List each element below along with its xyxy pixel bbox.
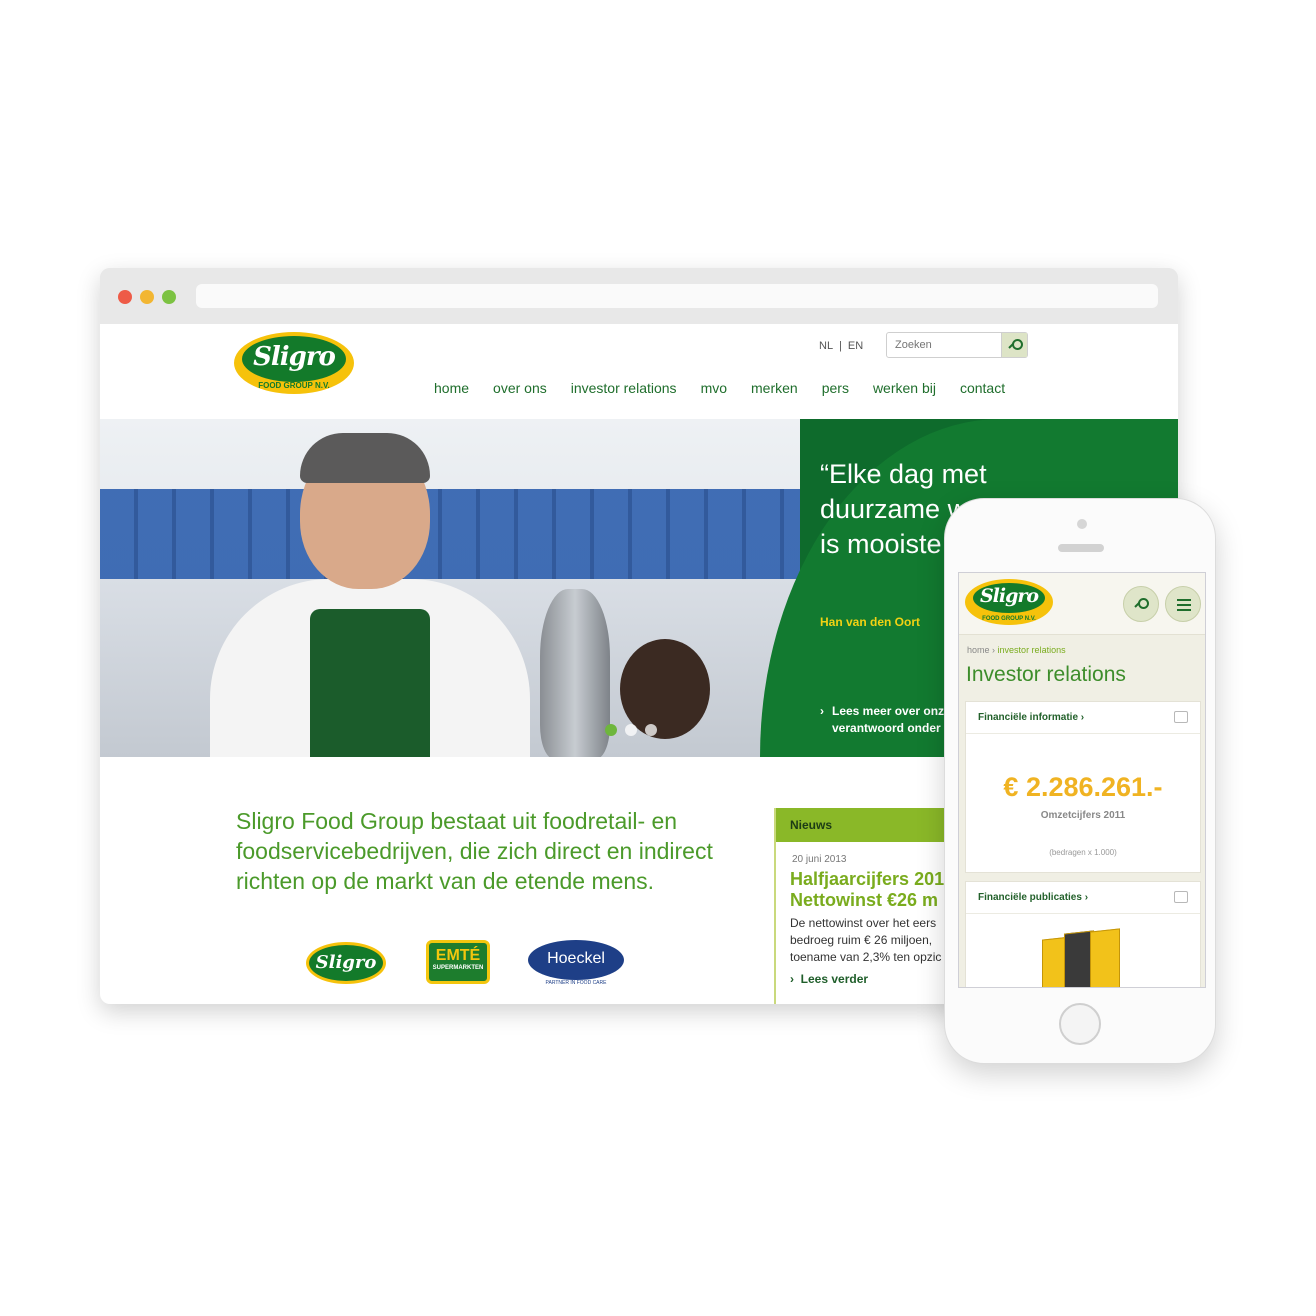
photo-fish: [540, 589, 610, 757]
phone-device: Sligro FOOD GROUP N.V. home › investor r…: [944, 498, 1216, 1064]
slide-dot-2[interactable]: [625, 724, 637, 736]
breadcrumb-current: investor relations: [997, 645, 1066, 655]
nav-werken-bij[interactable]: werken bij: [873, 380, 936, 402]
breadcrumb-home[interactable]: home: [967, 645, 990, 655]
logo-tagline: FOOD GROUP N.V.: [258, 381, 330, 390]
brand-emte-sub: SUPERMARKTEN: [432, 965, 484, 971]
search-input[interactable]: [887, 333, 1001, 357]
mockup-stage: Sligro FOOD GROUP N.V. NL|EN home over o…: [0, 0, 1316, 1316]
lang-en-link[interactable]: EN: [845, 340, 866, 352]
brand-sligro-logo[interactable]: Sligro: [306, 942, 386, 984]
financial-info-card: Financiële informatie › € 2.286.261.- Om…: [965, 701, 1201, 873]
search-icon: [1135, 598, 1149, 610]
financial-publications-card: Financiële publicaties ›: [965, 881, 1201, 987]
phone-camera: [1077, 519, 1087, 529]
search-button[interactable]: [1001, 333, 1027, 357]
logo-word: Sligro: [253, 342, 336, 372]
news-read-more-label: Lees verder: [800, 972, 869, 986]
lang-nl-link[interactable]: NL: [816, 340, 836, 352]
brand-emte-logo[interactable]: EMTÉ SUPERMARKTEN: [426, 940, 490, 984]
mobile-sligro-logo[interactable]: Sligro FOOD GROUP N.V.: [965, 579, 1053, 625]
publications-heading-link[interactable]: Financiële publicaties ›: [966, 882, 1200, 914]
close-window-icon[interactable]: [118, 290, 132, 304]
publications-heading: Financiële publicaties ›: [978, 892, 1089, 903]
chevron-right-icon: ›: [790, 972, 794, 986]
financial-info-heading-link[interactable]: Financiële informatie ›: [966, 702, 1200, 734]
main-nav: home over ons investor relations mvo mer…: [434, 380, 1029, 402]
photo-chef-apron: [310, 609, 430, 757]
search-icon: [1009, 339, 1023, 351]
photo-chef-hair: [300, 433, 430, 483]
mobile-menu-button[interactable]: [1165, 586, 1201, 622]
revenue-label: Omzetcijfers 2011: [1040, 810, 1126, 821]
browser-titlebar: [100, 268, 1178, 324]
financial-info-heading: Financiële informatie ›: [978, 712, 1085, 723]
nav-investor-relations[interactable]: investor relations: [571, 380, 677, 402]
logo-tagline: FOOD GROUP N.V.: [982, 616, 1036, 622]
presentation-icon: [1174, 711, 1188, 723]
brand-emte-name: EMTÉ: [435, 947, 481, 964]
search-box: [886, 332, 1028, 358]
slide-dot-3[interactable]: [645, 724, 657, 736]
breadcrumb: home › investor relations: [967, 645, 1066, 655]
nav-home[interactable]: home: [434, 380, 469, 402]
page-title: Investor relations: [966, 663, 1126, 686]
publication-cover: [1090, 928, 1120, 987]
slide-dot-1[interactable]: [605, 724, 617, 736]
intro-text: Sligro Food Group bestaat uit foodretail…: [236, 808, 713, 894]
nav-merken[interactable]: merken: [751, 380, 798, 402]
publication-covers[interactable]: [1038, 928, 1132, 987]
nav-mvo[interactable]: mvo: [701, 380, 727, 402]
breadcrumb-separator: ›: [992, 645, 996, 655]
slider-pagination: [605, 724, 657, 736]
brand-logos: Sligro EMTÉ SUPERMARKTEN Hoeckel PARTNER…: [306, 938, 636, 986]
mobile-header: Sligro FOOD GROUP N.V.: [959, 573, 1205, 635]
phone-speaker: [1058, 544, 1104, 552]
amount-note: (bedragen x 1.000): [1049, 848, 1117, 857]
nav-over-ons[interactable]: over ons: [493, 380, 547, 402]
logo-word: Sligro: [979, 585, 1039, 607]
brand-hoeckel-logo[interactable]: Hoeckel: [528, 940, 624, 980]
phone-screen: Sligro FOOD GROUP N.V. home › investor r…: [958, 572, 1206, 988]
hamburger-icon: [1177, 599, 1191, 611]
sligro-logo[interactable]: Sligro FOOD GROUP N.V.: [234, 332, 354, 394]
photo-tiles: [100, 489, 800, 579]
lang-separator: |: [839, 340, 842, 352]
chevron-right-icon: ›: [820, 704, 824, 718]
hero-photo: [100, 419, 800, 757]
minimize-window-icon[interactable]: [140, 290, 154, 304]
nav-pers[interactable]: pers: [822, 380, 849, 402]
phone-home-button[interactable]: [1059, 1003, 1101, 1045]
revenue-amount: € 2.286.261.-: [1003, 772, 1163, 802]
maximize-window-icon[interactable]: [162, 290, 176, 304]
language-switcher: NL | EN: [816, 340, 866, 352]
clipboard-icon: [1174, 891, 1188, 903]
mobile-search-button[interactable]: [1123, 586, 1159, 622]
address-bar[interactable]: [196, 284, 1158, 308]
hero-quote-author: Han van den Oort: [820, 615, 921, 629]
nav-contact[interactable]: contact: [960, 380, 1005, 402]
brand-hoeckel-sub: PARTNER IN FOOD CARE: [545, 980, 607, 986]
